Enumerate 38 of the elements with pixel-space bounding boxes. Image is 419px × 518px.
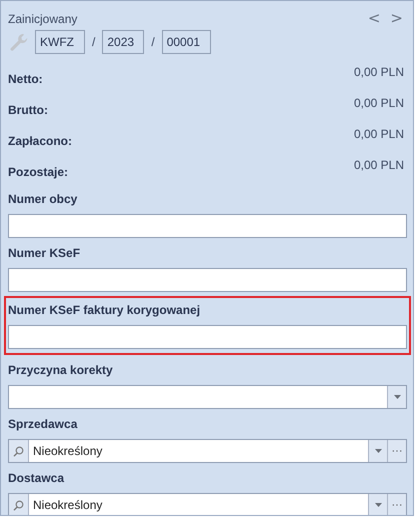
lookup-field[interactable]: Nieokreślony ··· — [8, 439, 407, 463]
more-button[interactable]: ··· — [387, 494, 406, 515]
number-part-field[interactable]: 2023 — [102, 30, 144, 54]
search-button[interactable] — [9, 494, 29, 515]
more-button[interactable]: ··· — [387, 440, 406, 462]
amount-value: 0,00 PLN — [354, 127, 404, 143]
number-part-field[interactable]: 00001 — [162, 30, 211, 54]
amount-value: 0,00 PLN — [354, 65, 404, 81]
text-field[interactable] — [8, 268, 407, 292]
amount-label: Pozostaje: — [8, 165, 68, 181]
dropdown-button[interactable] — [368, 494, 387, 515]
search-button[interactable] — [9, 440, 29, 462]
dropdown-field[interactable] — [8, 385, 407, 409]
field-label: Numer KSeF faktury korygowanej — [8, 303, 202, 319]
separator-text: / — [151, 35, 155, 49]
lookup-field[interactable]: Nieokreślony ··· — [8, 493, 407, 515]
caret-icon — [374, 449, 382, 453]
status-label: Zainicjowany — [8, 12, 78, 26]
search-icon — [13, 500, 24, 510]
amount-value: 0,00 PLN — [354, 96, 404, 112]
dropdown-button[interactable] — [368, 440, 387, 462]
amount-label: Brutto: — [8, 103, 48, 119]
separator-text: / — [92, 35, 96, 49]
amount-label: Netto: — [8, 72, 43, 88]
amount-label: Zapłacono: — [8, 134, 72, 150]
field-label: Numer obcy — [8, 192, 78, 208]
dropdown-button[interactable] — [387, 386, 406, 408]
field-label: Sprzedawca — [8, 417, 78, 433]
caret-icon — [374, 503, 382, 507]
field-label: Przyczyna korekty — [8, 363, 114, 379]
field-label: Numer KSeF — [8, 246, 82, 262]
search-icon — [13, 446, 24, 456]
field-label: Dostawca — [8, 471, 66, 487]
text-field[interactable] — [8, 214, 407, 238]
caret-icon — [394, 395, 400, 399]
number-part-field[interactable]: KWFZ — [35, 30, 85, 54]
text-field[interactable] — [8, 325, 407, 349]
amount-value: 0,00 PLN — [354, 158, 404, 174]
